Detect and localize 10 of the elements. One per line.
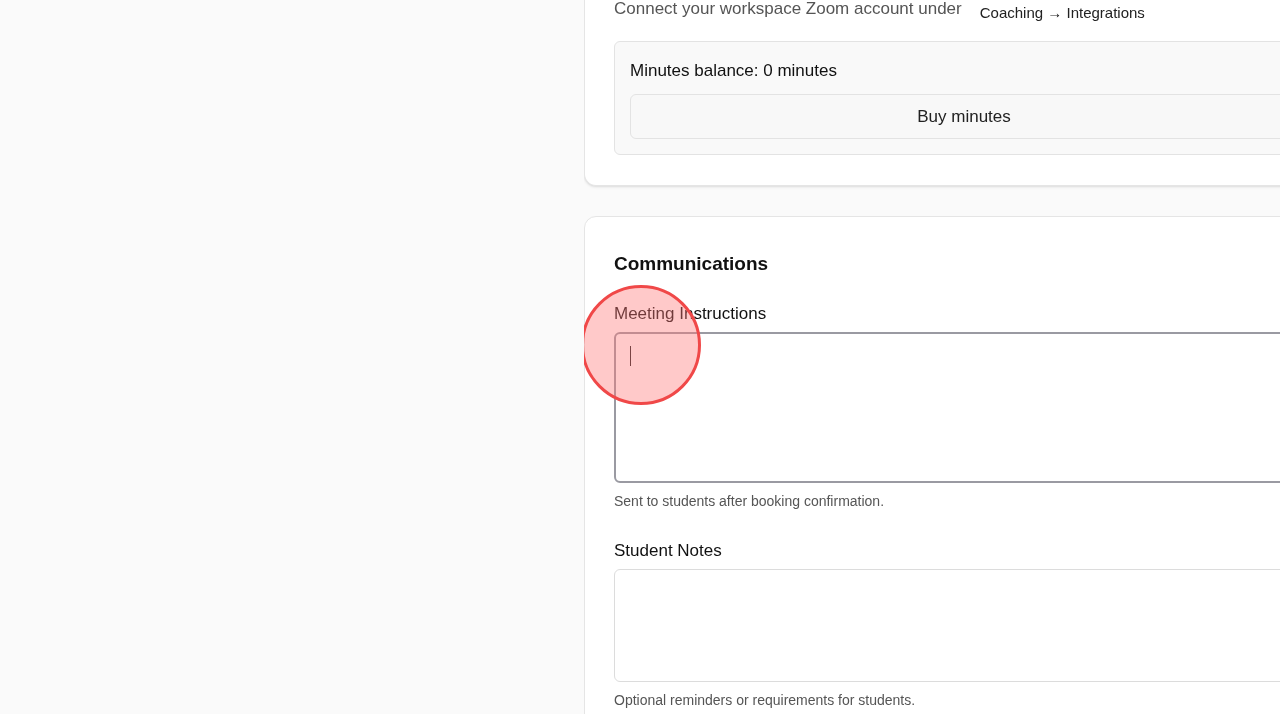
text-caret-icon <box>630 346 631 366</box>
intro-text: Connect your workspace Zoom account under <box>614 0 962 20</box>
field-hint: Optional reminders or requirements for students. <box>614 691 917 709</box>
section-title: Communications <box>614 252 770 276</box>
settings-path: Coaching → Integrations <box>979 3 1145 23</box>
buy-minutes-button[interactable]: Buy minutes <box>630 94 1280 139</box>
text-area[interactable] <box>614 332 1280 483</box>
field-hint: Sent to students after booking confirmation. <box>614 492 886 510</box>
field-label: Student Notes <box>614 540 723 562</box>
balance-text: Minutes balance: 0 minutes <box>630 60 838 82</box>
